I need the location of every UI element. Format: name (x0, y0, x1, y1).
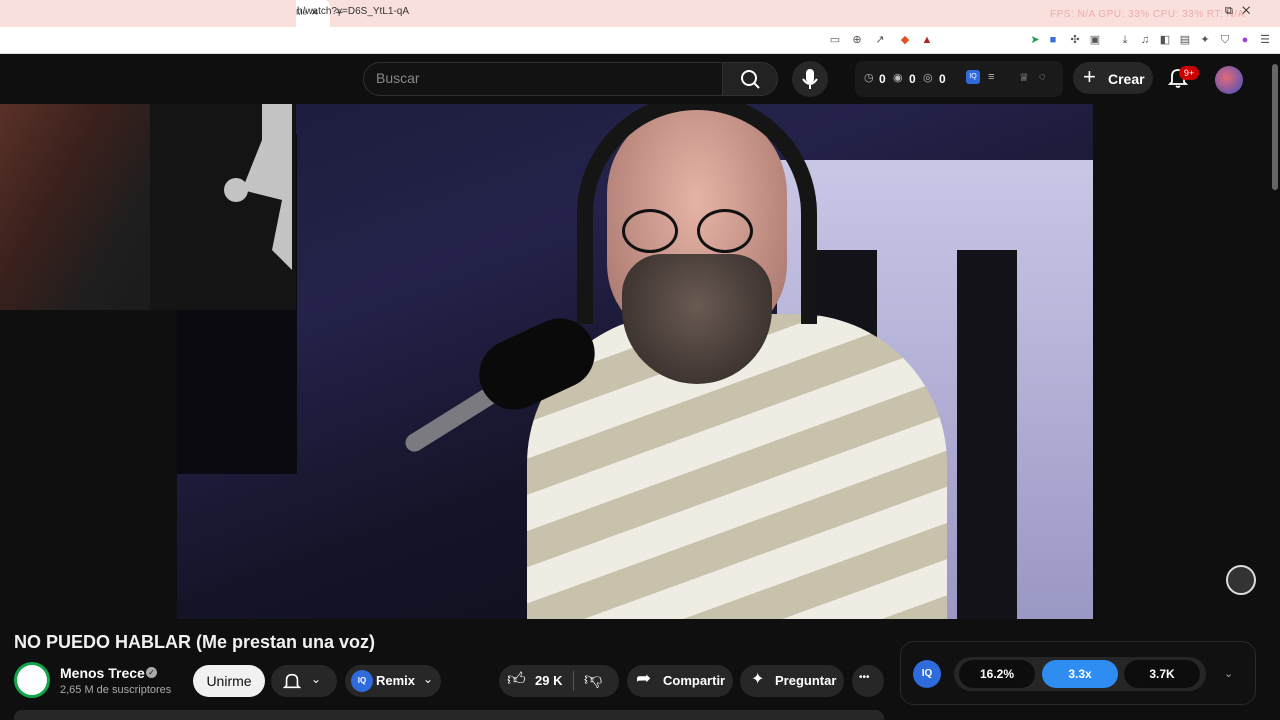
iq-segment-ratio[interactable]: 3.3x (1042, 660, 1118, 688)
list-icon[interactable]: ≡ (988, 71, 994, 83)
ai-icon[interactable]: ✦ (1198, 33, 1212, 47)
description-box[interactable] (14, 710, 884, 720)
bell-outline-icon (282, 673, 302, 689)
menu-icon[interactable]: ☰ (1258, 33, 1272, 47)
iq-small-icon[interactable]: IQ (966, 70, 980, 84)
shelf-door (957, 250, 1017, 619)
zoom-icon[interactable]: ⊕ (850, 33, 864, 47)
iq-segment-percent[interactable]: 16.2% (959, 660, 1035, 688)
iq-segment-count[interactable]: 3.7K (1124, 660, 1200, 688)
channel-avatar[interactable] (14, 662, 50, 698)
create-label: Crear (1108, 71, 1145, 87)
stat-eye: 0 (939, 72, 946, 86)
vpn-icon[interactable]: ⛉ (1218, 33, 1232, 47)
search-input[interactable]: Buscar (376, 70, 420, 86)
stat-views: 0 (909, 72, 916, 86)
translate-icon[interactable]: ■ (1046, 33, 1060, 47)
ask-label: Preguntar (775, 673, 837, 688)
iq-expand-chevron-icon[interactable]: ⌄ (1224, 667, 1233, 680)
verified-icon: ✓ (146, 667, 157, 678)
wallet-icon[interactable]: ▤ (1178, 33, 1192, 47)
url-field[interactable]: h/watch?v=D6S_YtL1-qA (297, 6, 409, 17)
video-title: NO PUEDO HABLAR (Me prestan una voz) (14, 632, 376, 652)
avatar[interactable] (1215, 66, 1243, 94)
stat-watch: 0 (879, 72, 886, 86)
extension-stats-pill (855, 61, 1063, 97)
plus-icon: + (1083, 64, 1096, 89)
panel-icon[interactable]: ◧ (1158, 33, 1172, 47)
window-controls[interactable]: ⧉ ✕ (1225, 5, 1250, 18)
search-icon (741, 70, 760, 89)
like-count[interactable]: 29 K (535, 673, 562, 688)
dislike-icon[interactable]: 👎︎ (584, 668, 602, 690)
skate-logo-icon (224, 80, 292, 270)
iq-remix-icon: IQ (351, 670, 373, 692)
share-label: Compartir (663, 673, 726, 688)
notification-badge: 9+ (1179, 66, 1199, 80)
video-player[interactable] (177, 104, 1093, 619)
eye-outline-icon: ◎ (923, 72, 933, 84)
remix-label: Remix (376, 673, 416, 688)
headphones (577, 104, 817, 324)
clock-icon: ◷ (864, 72, 874, 84)
share-icon: ➦ (636, 668, 652, 688)
like-icon[interactable]: 👍︎ (507, 668, 526, 690)
extension-icon[interactable]: ➤ (1028, 33, 1042, 47)
mic-icon (802, 69, 818, 89)
voice-search-button[interactable] (792, 61, 828, 97)
trophy-icon[interactable]: ♕ (1019, 71, 1029, 84)
eye-icon: ◉ (893, 72, 903, 84)
subscriber-count: 2,65 M de suscriptores (60, 684, 172, 696)
brave-shield-icon[interactable]: ◆ (898, 33, 912, 47)
search-button[interactable] (722, 62, 778, 96)
sidebar-icon[interactable]: ▣ (1088, 33, 1102, 47)
iq-logo-icon[interactable]: IQ (913, 660, 941, 688)
remix-chevron-icon: ⌄ (423, 672, 434, 686)
rewards-icon[interactable]: ▲ (920, 33, 934, 47)
chevron-down-icon: ⌄ (311, 672, 322, 686)
cast-icon[interactable]: ▭ (828, 33, 842, 47)
sparkle-icon: ✦ (751, 671, 765, 688)
performance-overlay: FPS: N/A GPU: 33% CPU: 33% RT: N/A (1050, 9, 1245, 20)
scroll-thumb[interactable] (1272, 64, 1278, 190)
profile-icon[interactable]: ● (1238, 33, 1252, 47)
channel-watermark-icon[interactable] (1226, 565, 1256, 595)
chat-icon[interactable]: ◌ (1039, 71, 1046, 83)
puzzle-icon[interactable]: ✣ (1068, 33, 1082, 47)
share-page-icon[interactable]: ↗ (873, 33, 887, 47)
like-separator (573, 671, 574, 691)
join-button[interactable]: Unirme (193, 665, 265, 697)
subscribe-bell-button[interactable] (271, 665, 337, 697)
channel-name[interactable]: Menos Trece (60, 665, 145, 681)
media-icon[interactable]: ♫ (1138, 33, 1152, 47)
more-icon: ••• (859, 672, 870, 683)
download-icon[interactable]: ⤓ (1118, 33, 1132, 47)
